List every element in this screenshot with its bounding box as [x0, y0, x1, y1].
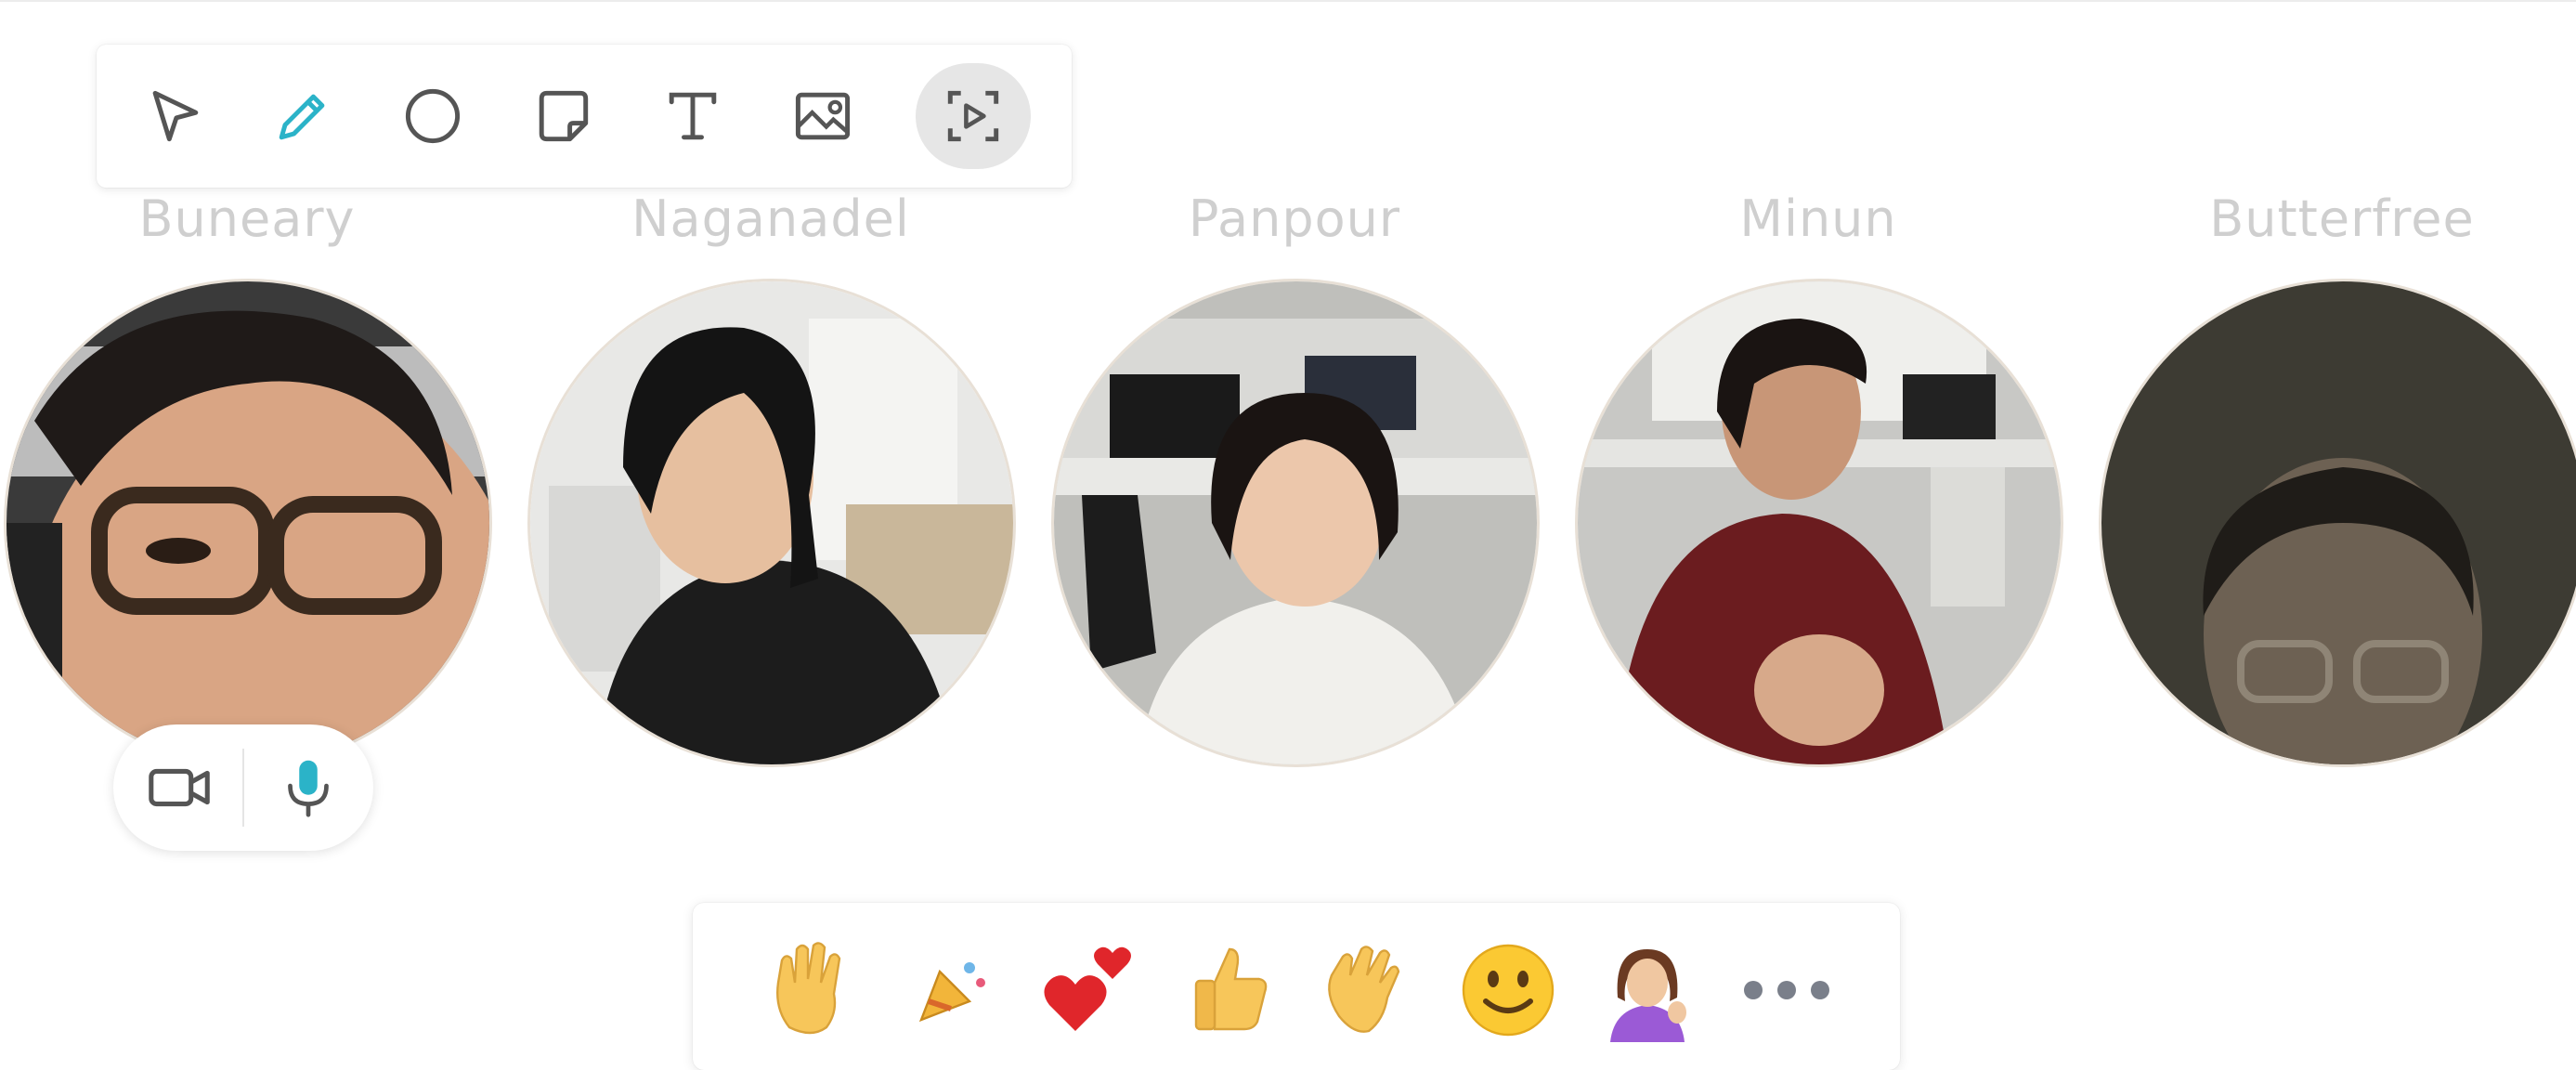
media-controls — [113, 724, 373, 851]
select-tool-button[interactable] — [117, 63, 232, 169]
drawing-toolbar — [97, 45, 1072, 188]
participant-tile-naganadel: Naganadel — [520, 186, 1021, 780]
video-camera-icon — [149, 768, 210, 807]
video-feed — [530, 281, 1013, 764]
sticky-note-tool-button[interactable] — [505, 63, 620, 169]
divider — [242, 749, 244, 827]
reaction-raised-hand[interactable] — [747, 925, 877, 1055]
reaction-more-button[interactable] — [1722, 925, 1852, 1055]
top-divider — [0, 0, 2576, 2]
screen-record-icon — [947, 90, 999, 142]
participant-video[interactable] — [1575, 279, 2063, 767]
reaction-woman-tipping-hand[interactable] — [1582, 925, 1712, 1055]
image-tool-button[interactable] — [765, 63, 880, 169]
reaction-party-popper[interactable] — [886, 925, 1016, 1055]
thumbs-up-icon — [1194, 947, 1268, 1031]
reaction-smiling-face[interactable] — [1443, 925, 1573, 1055]
participant-name: Minun — [1739, 189, 1897, 248]
participant-tile-panpour: Panpour — [1044, 186, 1545, 780]
smiling-face-icon — [1462, 944, 1555, 1037]
pen-tool-button[interactable] — [245, 63, 360, 169]
reaction-waving-hand[interactable] — [1304, 925, 1434, 1055]
participant-name: Butterfree — [2209, 189, 2475, 248]
participant-video[interactable] — [2099, 279, 2576, 767]
pencil-icon — [279, 94, 325, 140]
two-hearts-icon — [1044, 946, 1131, 1031]
shape-tool-button[interactable] — [375, 63, 490, 169]
waving-hand-icon — [1328, 946, 1400, 1033]
text-icon — [669, 92, 717, 140]
microphone-toggle-button[interactable] — [262, 741, 355, 834]
participant-tile-buneary: Buneary — [0, 186, 498, 780]
participant-video[interactable] — [527, 279, 1016, 767]
participant-name: Buneary — [138, 189, 356, 248]
camera-toggle-button[interactable] — [134, 741, 227, 834]
record-tool-button[interactable] — [916, 63, 1031, 169]
participant-tile-minun: Minun — [1568, 186, 2069, 780]
image-icon — [795, 92, 851, 140]
text-tool-button[interactable] — [635, 63, 750, 169]
reactions-bar — [693, 903, 1900, 1070]
reaction-thumbs-up[interactable] — [1164, 925, 1295, 1055]
video-feed — [2101, 281, 2576, 764]
pointer-arrow-icon — [152, 90, 199, 142]
microphone-icon — [288, 760, 329, 817]
video-feed — [1054, 281, 1537, 764]
participant-name: Naganadel — [631, 189, 910, 248]
participant-tile-butterfree: Butterfree — [2091, 186, 2576, 780]
party-popper-icon — [918, 962, 985, 1023]
more-options-icon — [1744, 981, 1829, 999]
video-feed — [1578, 281, 2061, 764]
woman-tipping-hand-icon — [1610, 949, 1686, 1042]
raised-hand-icon — [776, 942, 841, 1035]
participant-video[interactable] — [1051, 279, 1540, 767]
sticky-note-icon — [539, 90, 589, 142]
reaction-two-hearts[interactable] — [1025, 925, 1155, 1055]
circle-icon — [405, 88, 461, 144]
participant-video[interactable] — [4, 279, 492, 767]
participant-name: Panpour — [1188, 189, 1401, 248]
video-feed — [7, 281, 489, 764]
